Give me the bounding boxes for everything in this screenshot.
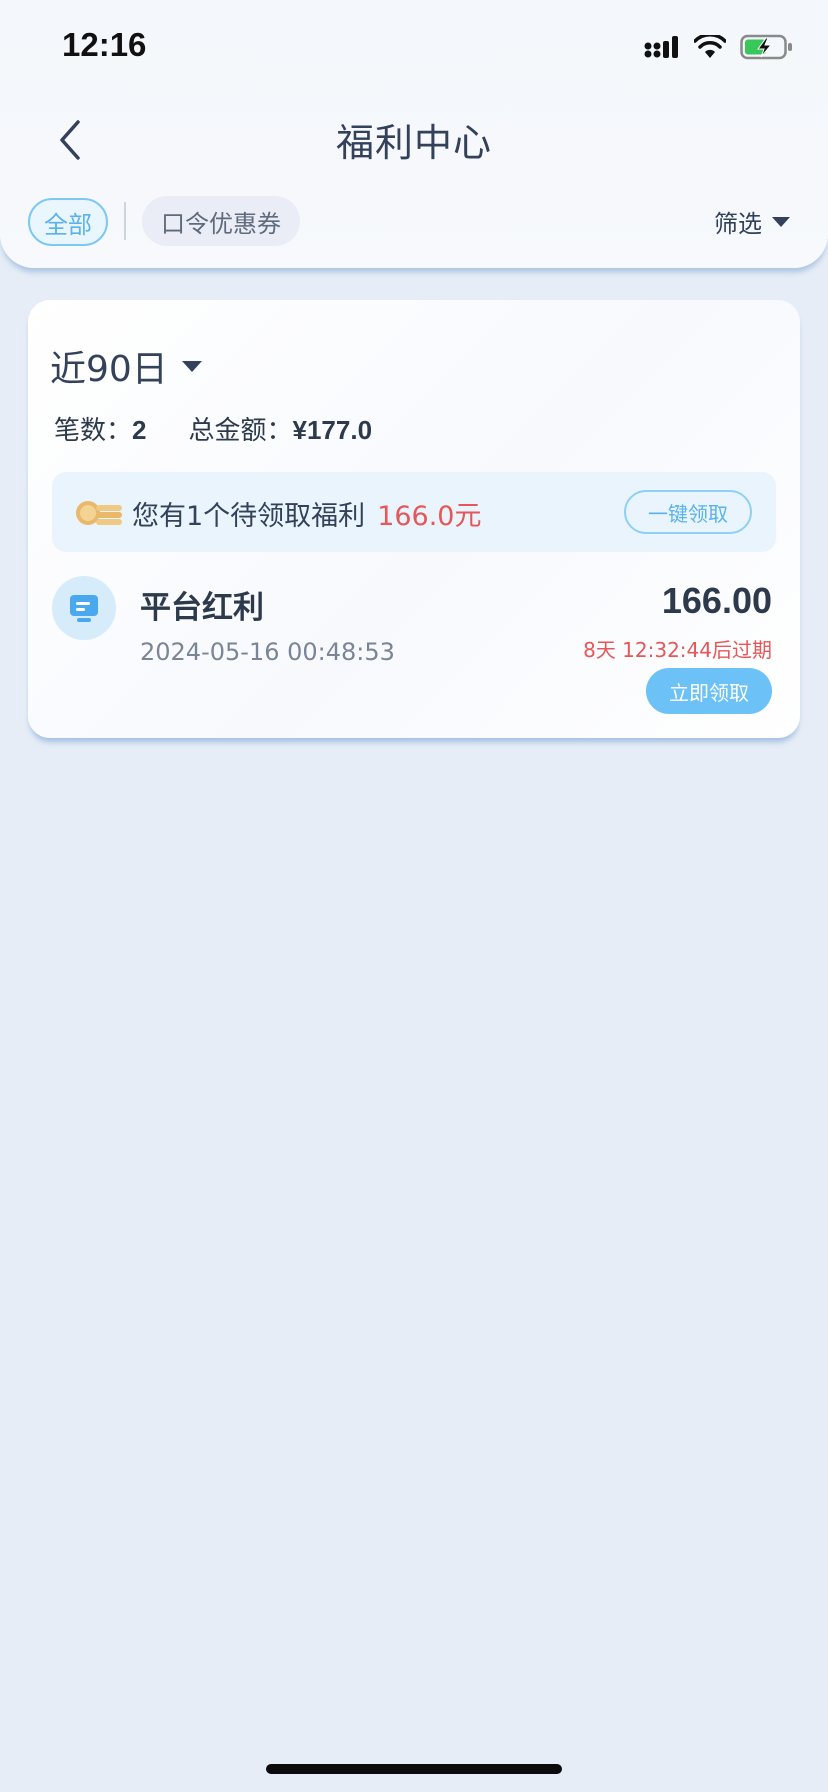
wifi-icon — [694, 35, 726, 58]
coins-icon — [76, 501, 122, 525]
total-summary: 总金额：¥177.0 — [188, 410, 372, 447]
item-icon — [52, 576, 116, 640]
battery-icon — [740, 34, 792, 60]
home-indicator — [266, 1764, 562, 1774]
total-value: ¥177.0 — [292, 415, 373, 445]
summary: 笔数：2 总金额：¥177.0 — [54, 410, 372, 447]
banner-text: 您有1个待领取福利 166.0元 — [132, 494, 481, 533]
total-label: 总金额： — [188, 416, 293, 446]
welfare-card: 近90日 笔数：2 总金额：¥177.0 您有1个待领取福利 166.0元 一键… — [28, 300, 800, 738]
count-label: 笔数： — [54, 416, 133, 446]
status-time: 12:16 — [62, 26, 147, 63]
item-date: 2024-05-16 00:48:53 — [140, 638, 395, 666]
count-value: 2 — [132, 415, 147, 445]
filter-label: 筛选 — [714, 210, 762, 238]
pending-banner: 您有1个待领取福利 166.0元 一键领取 — [52, 472, 776, 552]
filter-button[interactable]: 筛选 — [714, 204, 790, 239]
caret-down-icon — [772, 216, 790, 227]
period-selector[interactable]: 近90日 — [50, 340, 202, 392]
header: 12:16 福利中心 全部 口令优惠券 筛选 — [0, 0, 828, 268]
status-icons — [644, 34, 794, 60]
monitor-icon — [70, 595, 98, 622]
item-expiry: 8天 12:32:44后过期 — [583, 638, 772, 662]
caret-down-icon — [181, 360, 202, 372]
banner-amount: 166.0元 — [377, 501, 482, 532]
banner-message: 您有1个待领取福利 — [132, 501, 366, 532]
period-label: 近90日 — [50, 349, 168, 390]
cellular-signal-icon — [644, 36, 678, 58]
item-amount: 166.00 — [661, 580, 772, 621]
tab-all[interactable]: 全部 — [28, 198, 108, 246]
claim-all-button[interactable]: 一键领取 — [624, 490, 752, 534]
tab-divider — [124, 202, 126, 240]
tab-coupon[interactable]: 口令优惠券 — [142, 196, 300, 246]
item-name: 平台红利 — [140, 590, 264, 626]
count-summary: 笔数：2 — [54, 410, 146, 447]
page-title: 福利中心 — [335, 121, 492, 165]
claim-now-button[interactable]: 立即领取 — [646, 668, 772, 714]
